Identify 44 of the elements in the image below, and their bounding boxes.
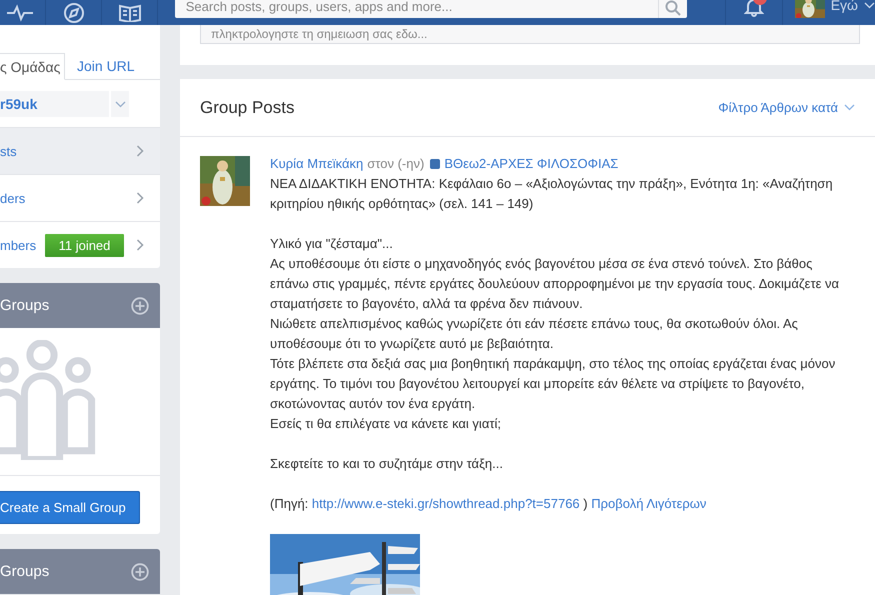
create-group-button[interactable]: Create a Small Group (0, 491, 140, 524)
panel-title: Groups (0, 297, 50, 314)
bell-icon[interactable] (744, 0, 764, 17)
search-icon (665, 0, 682, 16)
filter-dropdown[interactable]: Φίλτρο Άρθρων κατά (718, 100, 855, 115)
group-icon (430, 159, 440, 169)
post-paragraph: Υλικό για "ζέσταμα"... (270, 235, 394, 253)
show-less-link[interactable]: Προβολή Λιγότερων (591, 496, 706, 511)
tab[interactable]: ς Ομάδας (0, 53, 65, 80)
sidebar-link[interactable]: mbers 11 joined (0, 221, 160, 268)
post-paragraph: Σκεφτείτε το και το συζητάμε στην τάξη... (270, 455, 504, 473)
link-label: mbers (0, 238, 38, 252)
search-field[interactable]: Search posts, groups, users, apps and more... (174, 0, 688, 18)
compass-icon[interactable] (62, 2, 84, 24)
chevron-down-icon (114, 100, 126, 108)
post-paragraph: Τότε βλέπετε στα δεξιά σας μια βοηθητική παράκαμψη, στο τέλος της οποίας εργάζεται ένας μόνον εργάτης. Το τιμόνι του βαγονέτου λειτουργεί και μπορείτε εάν θέλετε να στρίψετε το βαγονέτο, σκοτώνοντας αυτόν τον ένα εργάτη. (270, 355, 836, 413)
note-field[interactable]: πληκτρολογηστε τη σημειωση σας εδω... (200, 25, 860, 44)
add-icon[interactable] (131, 562, 149, 580)
tab[interactable]: Join URL (65, 53, 147, 80)
sidebar-link[interactable]: sts (0, 127, 160, 174)
panel-title: Groups (0, 563, 50, 580)
chevron-down-icon (864, 2, 875, 9)
post-paragraph: Νιώθετε απελπισμένος καθώς γνωρίζετε ότι εάν πέσετε επάνω τους, θα σκοτωθούν όλοι. Ας υποθέσουμε ότι το γνωρίζετε αυτό με βεβαιότητα. (270, 315, 799, 353)
chevron-right-icon (136, 145, 144, 157)
joined-badge: 11 joined (45, 234, 124, 256)
chevron-right-icon (136, 239, 144, 251)
feed-title: Group Posts (200, 98, 294, 118)
source-link[interactable]: http://www.e-steki.gr/showthread.php?t=57766 (312, 496, 580, 511)
group-link[interactable]: ΒΘεω2-ΑΡΧΕΣ ΦΙΛΟΣΟΦΙΑΣ (444, 154, 618, 174)
sidebar-link[interactable]: ders (0, 174, 160, 221)
author-link[interactable]: Κυρία Μπεϊκάκη (270, 154, 364, 174)
link-label: sts (0, 144, 18, 158)
book-icon[interactable] (118, 4, 140, 22)
chevron-down-icon (844, 104, 855, 111)
link-label: ders (0, 190, 26, 206)
post-context: στον (-ην) (367, 155, 424, 173)
pulse-icon[interactable] (7, 4, 33, 22)
chevron-right-icon (136, 192, 144, 204)
post-paragraph: Εσείς τι θα επιλέγατε να κάνετε και γιατί; (270, 415, 502, 433)
source-line: (Πηγή: http://www.e-steki.gr/showthread.php?t=57766 ) Προβολή Λιγότερων (270, 495, 708, 513)
post-paragraph: Ας υποθέσουμε ότι είστε ο μηχανοδηγός ενός βαγονέτου μέσα σε ένα στενό τούνελ. Στο βάθος επάνω στις γραμμές, πέντε εργάτες δουλεύουν απορροφημένοι με την εργασία τους. Δοκιμάζετε να σταματήσετε το βαγονέτο, αλλά τα φρένα δεν πιάνουν. (270, 255, 840, 313)
add-icon[interactable] (131, 296, 149, 314)
post-paragraph: ΝΕΑ ΔΙΔΑΚΤΙΚΗ ΕΝΟΤΗΤΑ: Κεφάλαιο 6ο – «Αξιολογώντας την πράξη», Ενότητα 1η: «Αναζήτηση κριτηρίου ηθικής ορθότητας» (σελ. 141 – 149) (270, 175, 834, 213)
url-code-field[interactable]: r59uk (0, 91, 109, 117)
